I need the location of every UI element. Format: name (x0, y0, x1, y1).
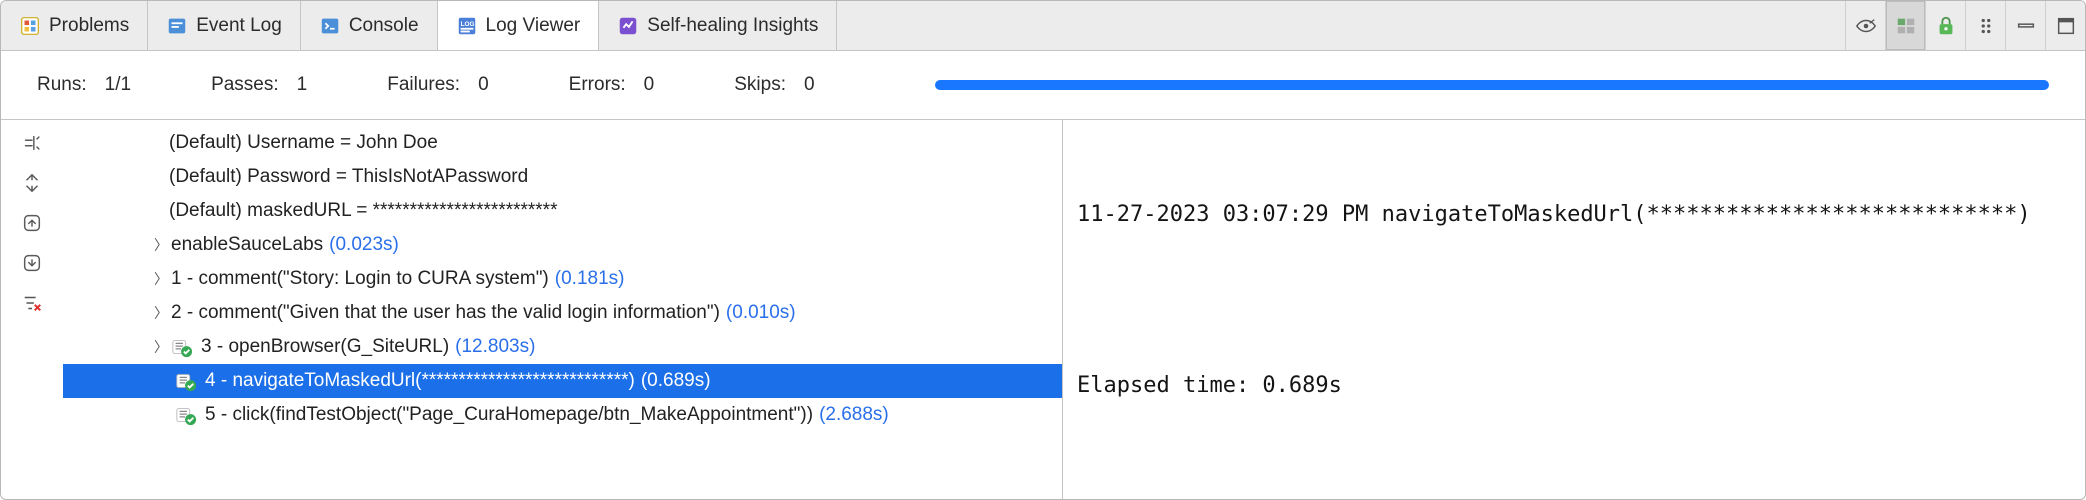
stat-value: 0 (804, 74, 815, 96)
next-button[interactable] (15, 248, 49, 278)
tree-row[interactable]: (Default) Username = John Doe (63, 126, 1062, 160)
step-pass-icon (171, 336, 193, 358)
stat-runs: Runs: 1/1 (37, 74, 131, 96)
tree-row[interactable]: (Default) Password = ThisIsNotAPassword (63, 160, 1062, 194)
log-line: Elapsed time: 0.689s (1077, 369, 2071, 403)
stat-errors: Errors: 0 (569, 74, 655, 96)
tree-row-duration: (0.023s) (329, 234, 399, 256)
tree-row-duration: (0.689s) (641, 370, 711, 392)
console-icon (319, 15, 341, 37)
tab-label: Self-healing Insights (647, 15, 818, 37)
filter-error-icon (21, 292, 43, 314)
tab-self-healing[interactable]: Self-healing Insights (599, 1, 837, 50)
body: (Default) Username = John Doe (Default) P… (1, 119, 2085, 499)
tree-row[interactable]: 〉2 - comment("Given that the user has th… (63, 296, 1062, 330)
stat-label: Passes: (211, 74, 279, 96)
more-button[interactable] (1965, 1, 2005, 50)
tree-row-text: (Default) Password = ThisIsNotAPassword (169, 166, 528, 188)
stat-value: 1/1 (105, 74, 131, 96)
eventlog-icon (166, 15, 188, 37)
tree-row[interactable]: 4 - navigateToMaskedUrl(****************… (63, 364, 1062, 398)
stat-value: 0 (644, 74, 655, 96)
tree-row-text: (Default) maskedURL = ******************… (169, 200, 557, 222)
logviewer-icon: LOG (456, 15, 478, 37)
stat-label: Errors: (569, 74, 626, 96)
tree-row[interactable]: 〉 3 - openBrowser(G_SiteURL) (12.803s) (63, 330, 1062, 364)
log-line: 11-27-2023 03:07:29 PM navigateToMaskedU… (1077, 198, 2071, 232)
log-viewer-panel: Problems Event Log Console LOG Log Viewe… (0, 0, 2086, 500)
tab-console[interactable]: Console (301, 1, 438, 50)
tab-event-log[interactable]: Event Log (148, 1, 301, 50)
tree-row-text: (Default) Username = John Doe (169, 132, 438, 154)
expand-all-button[interactable] (15, 168, 49, 198)
tab-label: Log Viewer (486, 15, 581, 37)
tree-row[interactable]: 〉enableSauceLabs (0.023s) (63, 228, 1062, 262)
filter-errors-button[interactable] (15, 288, 49, 318)
layout-button[interactable] (1885, 1, 1925, 50)
eye-icon (1855, 15, 1877, 37)
lock-button[interactable] (1925, 1, 1965, 50)
stat-value: 0 (478, 74, 489, 96)
tab-problems[interactable]: Problems (1, 1, 148, 50)
maximize-icon (2055, 15, 2077, 37)
tree-row[interactable]: 〉1 - comment("Story: Login to CURA syste… (63, 262, 1062, 296)
problems-icon (19, 15, 41, 37)
insights-icon (617, 15, 639, 37)
tree-row-duration: (0.010s) (726, 302, 796, 324)
arrow-down-icon (21, 252, 43, 274)
tree-row[interactable]: 5 - click(findTestObject("Page_CuraHomep… (63, 398, 1062, 432)
arrow-up-icon (21, 212, 43, 234)
layout-icon (1895, 15, 1917, 37)
minimize-button[interactable] (2005, 1, 2045, 50)
collapse-icon (21, 132, 43, 154)
stat-passes: Passes: 1 (211, 74, 307, 96)
maximize-button[interactable] (2045, 1, 2085, 50)
tree-row-text: 2 - comment("Given that the user has the… (171, 302, 720, 324)
tree-row-text: 1 - comment("Story: Login to CURA system… (171, 268, 549, 290)
step-pass-icon (175, 370, 197, 392)
log-output: 11-27-2023 03:07:29 PM navigateToMaskedU… (1063, 120, 2085, 499)
minimize-icon (2015, 15, 2037, 37)
stat-failures: Failures: 0 (387, 74, 488, 96)
chevron-right-icon: 〉 (151, 303, 171, 323)
stats-bar: Runs: 1/1 Passes: 1 Failures: 0 Errors: … (1, 51, 2085, 119)
tabstrip-spacer (837, 1, 1845, 50)
stat-skips: Skips: 0 (734, 74, 814, 96)
prev-button[interactable] (15, 208, 49, 238)
lock-icon (1935, 15, 1957, 37)
svg-text:LOG: LOG (460, 21, 474, 28)
chevron-right-icon: 〉 (151, 337, 171, 357)
stat-label: Skips: (734, 74, 786, 96)
chevron-right-icon: 〉 (151, 269, 171, 289)
tree-row-duration: (0.181s) (555, 268, 625, 290)
step-pass-icon (175, 404, 197, 426)
tree-row-duration: (2.688s) (819, 404, 889, 426)
visibility-button[interactable] (1845, 1, 1885, 50)
left-gutter (1, 120, 63, 499)
tabstrip: Problems Event Log Console LOG Log Viewe… (1, 1, 2085, 51)
tab-log-viewer[interactable]: LOG Log Viewer (438, 1, 600, 50)
tree-row[interactable]: (Default) maskedURL = ******************… (63, 194, 1062, 228)
chevron-right-icon: 〉 (151, 235, 171, 255)
tab-label: Console (349, 15, 419, 37)
collapse-all-button[interactable] (15, 128, 49, 158)
tree-row-duration: (12.803s) (455, 336, 535, 358)
tab-label: Event Log (196, 15, 282, 37)
expand-icon (21, 172, 43, 194)
progress-bar (935, 80, 2049, 90)
stat-label: Failures: (387, 74, 460, 96)
stat-value: 1 (297, 74, 308, 96)
stat-label: Runs: (37, 74, 87, 96)
tree-row-text: 4 - navigateToMaskedUrl(****************… (205, 370, 635, 392)
dots-icon (1975, 15, 1997, 37)
execution-tree[interactable]: (Default) Username = John Doe (Default) P… (63, 120, 1063, 499)
tree-row-text: 5 - click(findTestObject("Page_CuraHomep… (205, 404, 813, 426)
tree-row-text: enableSauceLabs (171, 234, 323, 256)
tab-label: Problems (49, 15, 129, 37)
tree-row-text: 3 - openBrowser(G_SiteURL) (201, 336, 449, 358)
